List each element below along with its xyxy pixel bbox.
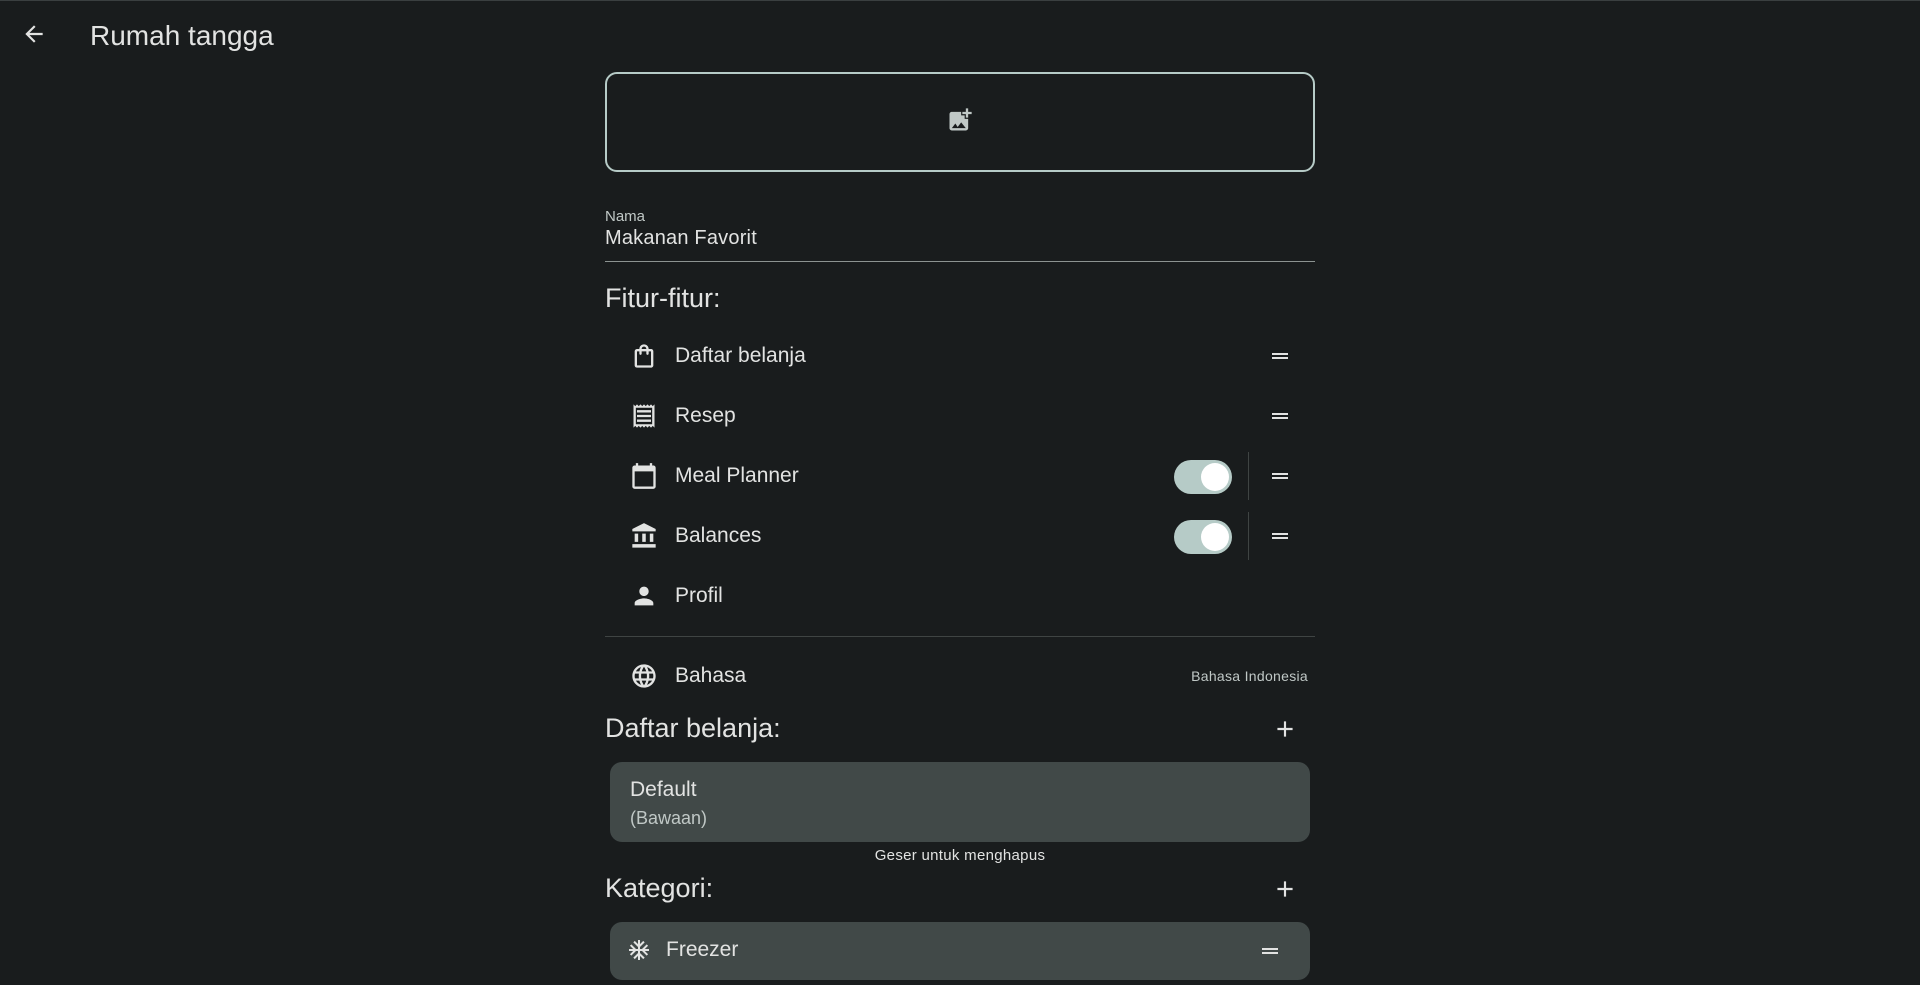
bank-icon — [629, 521, 659, 551]
category-label: Freezer — [666, 938, 739, 961]
vertical-divider — [1248, 512, 1249, 560]
feature-label: Resep — [675, 404, 736, 427]
drag-handle-icon[interactable] — [1265, 524, 1295, 548]
plus-icon — [1272, 876, 1298, 907]
section-divider — [605, 636, 1315, 637]
drag-handle-icon[interactable] — [1255, 939, 1285, 963]
balances-toggle[interactable] — [1174, 520, 1232, 554]
name-field[interactable]: Nama Makanan Favorit — [605, 208, 1315, 262]
shopping-list-card[interactable]: Default (Bawaan) — [610, 762, 1310, 842]
drag-handle-icon[interactable] — [1265, 464, 1295, 488]
add-photo-icon — [946, 106, 974, 139]
person-icon — [629, 581, 659, 611]
arrow-left-icon — [21, 21, 47, 52]
name-field-value[interactable]: Makanan Favorit — [605, 227, 757, 250]
feature-label: Profil — [675, 584, 723, 607]
feature-label: Meal Planner — [675, 464, 799, 487]
shopping-list-subtitle: (Bawaan) — [630, 808, 708, 828]
name-field-label: Nama — [605, 208, 646, 225]
swipe-hint: Geser untuk menghapus — [874, 847, 1046, 864]
feature-row-balances: Balances — [605, 506, 1315, 566]
toggle-knob — [1201, 523, 1229, 551]
add-shopping-list-button[interactable] — [1267, 713, 1303, 749]
image-picker-button[interactable] — [605, 72, 1315, 172]
globe-icon — [629, 661, 659, 691]
meal-planner-toggle[interactable] — [1174, 460, 1232, 494]
language-value: Bahasa Indonesia — [1191, 668, 1308, 684]
shopping-list-title: Default — [630, 778, 697, 801]
feature-label: Balances — [675, 524, 762, 547]
features-heading: Fitur-fitur: — [605, 283, 721, 313]
language-row[interactable]: Bahasa Bahasa Indonesia — [605, 646, 1315, 706]
household-settings-form: Nama Makanan Favorit Fitur-fitur: Daftar… — [605, 0, 1315, 985]
snowflake-icon — [627, 938, 651, 962]
vertical-divider — [1248, 452, 1249, 500]
calendar-icon — [629, 461, 659, 491]
feature-row-meal-planner: Meal Planner — [605, 446, 1315, 506]
feature-row-shopping-list: Daftar belanja — [605, 326, 1315, 386]
drag-handle-icon[interactable] — [1265, 404, 1295, 428]
feature-row-recipes: Resep — [605, 386, 1315, 446]
language-label: Bahasa — [675, 664, 747, 687]
plus-icon — [1272, 716, 1298, 747]
shopping-bag-icon — [629, 341, 659, 371]
category-card[interactable]: Freezer — [610, 922, 1310, 980]
categories-heading: Kategori: — [605, 873, 714, 903]
drag-handle-icon[interactable] — [1265, 344, 1295, 368]
add-category-button[interactable] — [1267, 873, 1303, 909]
shopping-lists-heading: Daftar belanja: — [605, 713, 781, 743]
feature-row-profile: Profil — [605, 566, 1315, 626]
back-button[interactable] — [14, 16, 54, 56]
toggle-knob — [1201, 463, 1229, 491]
feature-label: Daftar belanja — [675, 344, 806, 367]
receipt-icon — [629, 401, 659, 431]
page-title: Rumah tangga — [90, 20, 274, 51]
